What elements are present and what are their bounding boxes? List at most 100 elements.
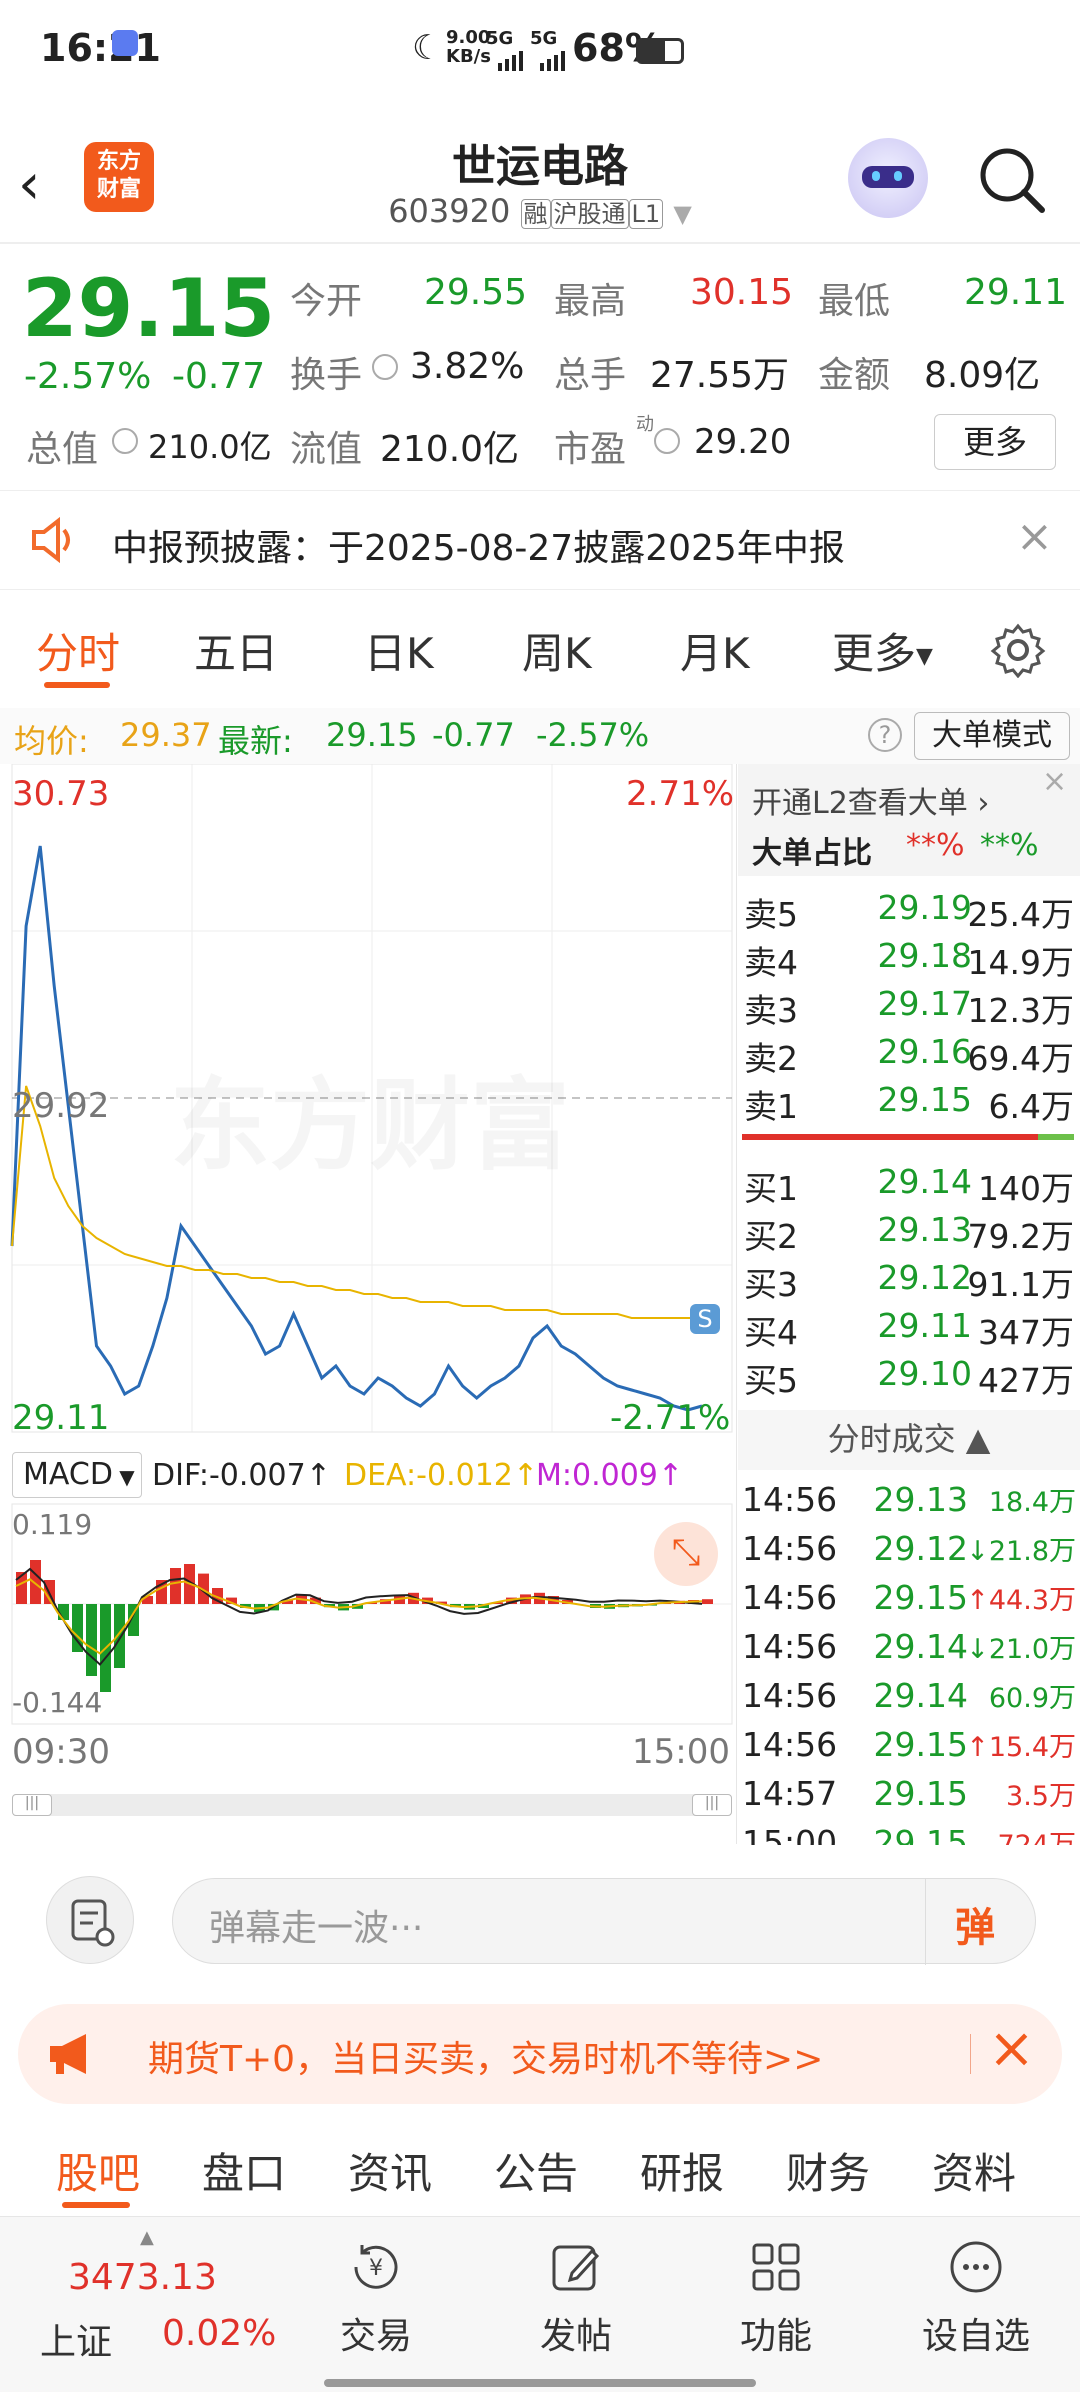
trade-row: 15:0029.15724万 — [742, 1823, 1076, 1845]
close-icon[interactable]: × — [1042, 764, 1067, 799]
low-label: 最低 — [818, 281, 891, 322]
trades-title[interactable]: 分时成交 ▲ — [738, 1410, 1080, 1470]
tab-more[interactable]: 更多▼ — [832, 620, 933, 681]
tab-finance[interactable]: 财务 — [786, 2140, 870, 2201]
macd-bar — [30, 1560, 41, 1604]
latest-pct: -2.57% — [536, 716, 650, 754]
notice-bar[interactable]: 中报预披露：于2025-08-27披露2025年中报 × — [0, 490, 1080, 590]
search-icon[interactable] — [976, 144, 1048, 220]
big-order-mode-button[interactable]: 大单模式 — [914, 712, 1070, 760]
bid-row-4[interactable]: 买4 29.11 347万 — [738, 1306, 1080, 1354]
tab-monthly[interactable]: 月K — [680, 620, 750, 681]
l2-link[interactable]: 开通L2查看大单 › — [752, 778, 989, 822]
tag-level: L1 — [628, 199, 664, 229]
tab-weekly[interactable]: 周K — [522, 620, 592, 681]
close-icon[interactable]: × — [1016, 511, 1053, 562]
timeshare-chart[interactable]: 30.73 2.71% 29.92 29.11 -2.71% 东方财富 S MA… — [0, 763, 736, 1846]
trade-row: 14:56 29.12 ↓21.8万 — [742, 1529, 1076, 1568]
app-notification-icon — [112, 30, 138, 56]
bid-row-2[interactable]: 买2 29.13 79.2万 — [738, 1210, 1080, 1258]
amount-value: 8.09亿 — [924, 355, 1041, 396]
index-value: 3473.13 — [68, 2257, 217, 2298]
tab-daily[interactable]: 日K — [364, 620, 434, 681]
grid-icon — [752, 2243, 800, 2291]
ask-row-1[interactable]: 卖1 29.15 6.4万 — [738, 1080, 1080, 1128]
ratio-bar-green — [1038, 1134, 1074, 1140]
change-amount: -0.77 — [172, 356, 266, 397]
ask-row-4[interactable]: 卖4 29.18 14.9万 — [738, 936, 1080, 984]
bid-row-5[interactable]: 买5 29.10 427万 — [738, 1354, 1080, 1402]
gear-icon[interactable] — [990, 622, 1046, 682]
expand-icon[interactable]: ⤡ — [654, 1522, 718, 1586]
tag-margin: 融 — [520, 199, 551, 229]
stock-code-row[interactable]: 603920 融沪股通 L1 ▼ — [300, 192, 780, 230]
chart-info-bar: 均价: 29.37 最新: 29.15 -0.77 -2.57% ? 大单模式 — [0, 708, 1080, 764]
high-value: 30.15 — [690, 272, 794, 313]
nav-function[interactable]: 功能 — [706, 2237, 846, 2359]
chart-scrollbar[interactable]: ||| ||| — [12, 1794, 732, 1816]
content-tabs: 股吧 盘口 资讯 公告 研报 财务 资料 — [0, 2114, 1080, 2214]
ask-row-2[interactable]: 卖2 29.16 69.4万 — [738, 1032, 1080, 1080]
nav-watchlist[interactable]: 设自选 — [906, 2237, 1046, 2359]
y-min-label: 29.11 — [12, 1398, 110, 1438]
danmu-input[interactable]: 弹幕走一波··· 弹 — [172, 1878, 1036, 1965]
back-icon[interactable]: ‹ — [18, 152, 40, 217]
nav-post[interactable]: 发帖 — [506, 2237, 646, 2359]
scroll-handle-left[interactable]: ||| — [12, 1794, 52, 1816]
scroll-handle-right[interactable]: ||| — [692, 1794, 732, 1816]
stock-name: 世运电路 — [452, 141, 628, 192]
tab-profile[interactable]: 资料 — [932, 2140, 1016, 2201]
help-icon[interactable]: ? — [868, 718, 902, 752]
bid-row-1[interactable]: 买1 29.14 140万 — [738, 1162, 1080, 1210]
tab-forum[interactable]: 股吧 — [56, 2140, 140, 2201]
trade-row: 14:56 29.15 ↑44.3万 — [742, 1578, 1076, 1617]
edit-icon — [552, 2245, 600, 2291]
nav-trade[interactable]: ¥ 交易 — [306, 2237, 446, 2359]
info-icon[interactable] — [654, 428, 680, 454]
battery-icon — [636, 38, 684, 64]
amount-label: 金额 — [818, 355, 891, 396]
tab-five-day[interactable]: 五日 — [194, 620, 278, 681]
signal-icon-2 — [538, 36, 568, 80]
pct-max-label: 2.71% — [626, 774, 735, 814]
danmu-button[interactable]: 弹 — [955, 1895, 995, 1953]
index-name: 上证 — [40, 2322, 113, 2363]
note-icon[interactable] — [46, 1876, 134, 1964]
home-indicator — [324, 2379, 756, 2387]
volume-label: 总手 — [554, 355, 627, 396]
tab-news[interactable]: 资讯 — [348, 2140, 432, 2201]
turnover-value: 3.82% — [410, 346, 525, 387]
status-time: 16:21 — [40, 26, 161, 70]
svg-text:¥: ¥ — [369, 2256, 383, 2281]
tab-announcement[interactable]: 公告 — [494, 2140, 578, 2201]
info-icon[interactable] — [112, 428, 138, 454]
signal-icon — [496, 36, 526, 80]
macd-bottom-label: -0.144 — [12, 1686, 103, 1719]
tab-research[interactable]: 研报 — [640, 2140, 724, 2201]
index-pct: 0.02% — [162, 2313, 277, 2354]
x-start-label: 09:30 — [12, 1732, 110, 1772]
m-value: M:0.009↑ — [536, 1458, 684, 1493]
info-icon[interactable] — [372, 354, 398, 380]
more-button[interactable]: 更多 — [934, 414, 1056, 470]
trade-row: 14:56 29.13 18.4万 — [742, 1480, 1076, 1519]
app-logo: 东方 财富 — [84, 142, 154, 212]
active-tab-indicator — [62, 2202, 130, 2208]
index-ticker[interactable]: ▲ 3473.13 上证 0.02% — [20, 2227, 280, 2363]
indicator-select[interactable]: MACD ▼ — [12, 1452, 142, 1498]
notice-text: 中报预披露：于2025-08-27披露2025年中报 — [112, 528, 845, 569]
close-icon[interactable]: × — [988, 2016, 1035, 2081]
tab-timeshare[interactable]: 分时 — [36, 620, 120, 681]
promo-banner[interactable]: 期货T+0，当日买卖，交易时机不等待>> × — [18, 2004, 1062, 2104]
megaphone-icon — [46, 2032, 96, 2080]
trade-row: 14:56 29.14 60.9万 — [742, 1676, 1076, 1715]
tab-handicap[interactable]: 盘口 — [202, 2140, 286, 2201]
bid-row-3[interactable]: 买3 29.12 91.1万 — [738, 1258, 1080, 1306]
s-marker[interactable]: S — [690, 1304, 720, 1334]
turnover-label: 换手 — [290, 355, 363, 396]
status-bar: 16:21 ☾ 9.00 KB/s 5G 5G 68% — [0, 0, 1080, 130]
robot-assistant-icon[interactable] — [848, 138, 928, 218]
ask-row-3[interactable]: 卖3 29.17 12.3万 — [738, 984, 1080, 1032]
macd-bar — [702, 1599, 713, 1604]
ask-row-5[interactable]: 卖5 29.19 25.4万 — [738, 888, 1080, 936]
